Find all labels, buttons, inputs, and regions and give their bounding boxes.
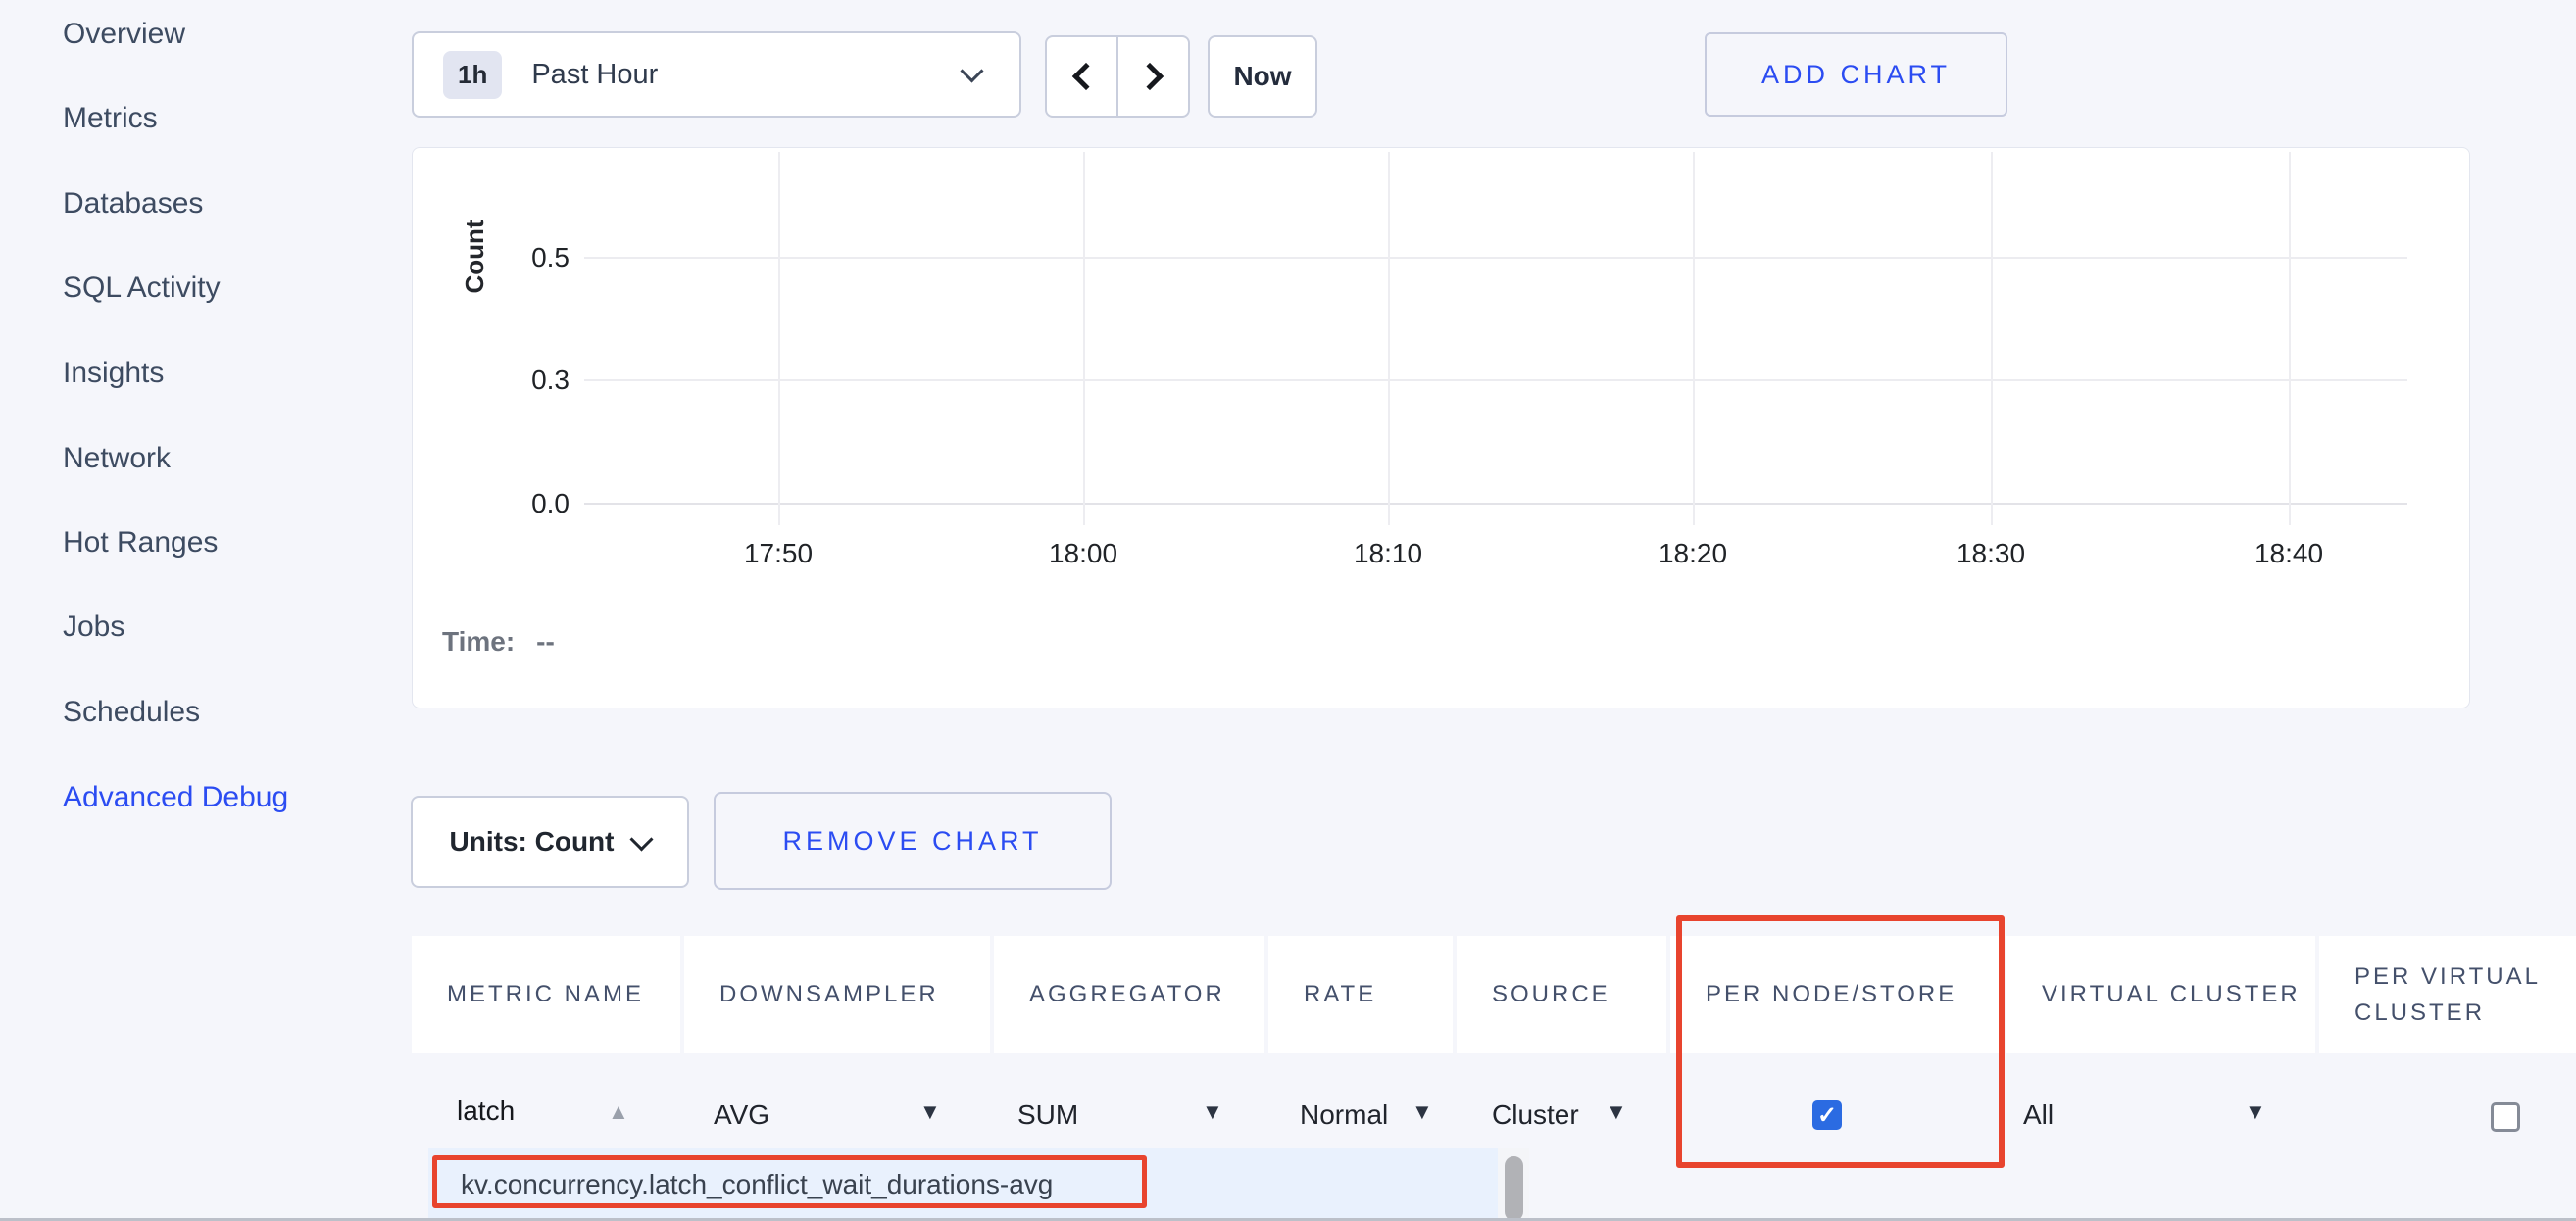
- gridline: [1388, 152, 1390, 525]
- x-tick-label: 17:50: [719, 538, 837, 569]
- time-range-label: Past Hour: [531, 59, 658, 91]
- sidebar-item-jobs[interactable]: Jobs: [63, 610, 124, 644]
- y-tick-label: 0.3: [481, 365, 570, 396]
- check-icon: ✓: [1817, 1101, 1837, 1130]
- hover-time-label: Time:: [442, 626, 515, 657]
- column-header-per-virtual-cluster: PER VIRTUAL CLUSTER: [2319, 936, 2576, 1053]
- remove-chart-button[interactable]: REMOVE CHART: [714, 792, 1112, 890]
- chevron-right-icon: [1135, 63, 1163, 90]
- hover-time-value: --: [536, 626, 555, 657]
- sidebar-item-databases[interactable]: Databases: [63, 187, 203, 220]
- chevron-left-icon: [1071, 63, 1099, 90]
- caret-down-icon[interactable]: ▼: [1606, 1101, 1627, 1123]
- column-header-virtual-cluster: VIRTUAL CLUSTER: [2006, 936, 2315, 1053]
- per-virtual-cluster-checkbox[interactable]: [2491, 1102, 2520, 1132]
- column-header-rate: RATE: [1268, 936, 1453, 1053]
- metric-suggestion-item[interactable]: kv.concurrency.latch_conflict_wait_durat…: [461, 1148, 1053, 1221]
- x-tick-label: 18:40: [2230, 538, 2348, 569]
- chart-panel: Count 0.5 0.3 0.0 17:50 18:00 18:10 18:2…: [412, 147, 2470, 708]
- hover-time-readout: Time: --: [442, 626, 555, 658]
- caret-up-icon[interactable]: ▲: [608, 1101, 629, 1123]
- downsampler-value[interactable]: AVG: [714, 1099, 769, 1131]
- next-range-button[interactable]: [1118, 37, 1188, 116]
- caret-down-icon[interactable]: ▼: [1202, 1101, 1223, 1123]
- sidebar-item-network[interactable]: Network: [63, 442, 171, 475]
- x-tick-label: 18:20: [1634, 538, 1752, 569]
- sidebar-item-advanced-debug[interactable]: Advanced Debug: [63, 781, 288, 814]
- chevron-down-icon: [960, 59, 983, 82]
- column-header-downsampler: DOWNSAMPLER: [684, 936, 990, 1053]
- prev-range-button[interactable]: [1047, 37, 1118, 116]
- metric-name-input[interactable]: [457, 1096, 604, 1127]
- column-header-metric-name: METRIC NAME: [412, 936, 680, 1053]
- source-value[interactable]: Cluster: [1492, 1099, 1579, 1131]
- aggregator-value[interactable]: SUM: [1017, 1099, 1078, 1131]
- column-header-aggregator: AGGREGATOR: [994, 936, 1264, 1053]
- chevron-down-icon: [630, 827, 654, 851]
- gridline: [584, 503, 2407, 505]
- gridline: [2289, 152, 2291, 525]
- x-tick-label: 18:10: [1329, 538, 1447, 569]
- metric-suggestion-dropdown: kv.concurrency.latch_conflict_wait_durat…: [428, 1148, 1498, 1221]
- gridline: [1693, 152, 1695, 525]
- gridline: [584, 257, 2407, 259]
- sidebar-item-insights[interactable]: Insights: [63, 357, 164, 390]
- y-tick-label: 0.5: [481, 242, 570, 273]
- column-header-source: SOURCE: [1457, 936, 1666, 1053]
- caret-down-icon[interactable]: ▼: [919, 1101, 941, 1123]
- caret-down-icon[interactable]: ▼: [2245, 1101, 2266, 1123]
- time-step-button-group: [1045, 35, 1190, 118]
- sidebar-item-sql-activity[interactable]: SQL Activity: [63, 271, 221, 305]
- gridline: [778, 152, 780, 525]
- gridline: [1991, 152, 1993, 525]
- dropdown-scrollbar-thumb[interactable]: [1505, 1156, 1523, 1221]
- y-tick-label: 0.0: [481, 488, 570, 519]
- add-chart-button[interactable]: ADD CHART: [1705, 32, 2007, 117]
- rate-value[interactable]: Normal: [1300, 1099, 1388, 1131]
- per-node-store-checkbox[interactable]: ✓: [1812, 1100, 1842, 1130]
- sidebar-item-overview[interactable]: Overview: [63, 18, 185, 51]
- gridline: [1083, 152, 1085, 525]
- units-dropdown[interactable]: Units: Count: [411, 796, 689, 888]
- virtual-cluster-value[interactable]: All: [2023, 1099, 2054, 1131]
- x-tick-label: 18:30: [1932, 538, 2050, 569]
- caret-down-icon[interactable]: ▼: [1412, 1101, 1433, 1123]
- time-range-picker[interactable]: 1h Past Hour: [412, 31, 1021, 118]
- gridline: [584, 379, 2407, 381]
- column-header-per-node-store: PER NODE/STORE: [1670, 936, 2003, 1053]
- x-tick-label: 18:00: [1024, 538, 1142, 569]
- time-range-badge: 1h: [443, 51, 502, 99]
- units-dropdown-label: Units: Count: [450, 826, 615, 857]
- sidebar-item-hot-ranges[interactable]: Hot Ranges: [63, 526, 218, 560]
- sidebar-item-schedules[interactable]: Schedules: [63, 696, 200, 729]
- now-button[interactable]: Now: [1208, 35, 1317, 118]
- sidebar-item-metrics[interactable]: Metrics: [63, 102, 158, 135]
